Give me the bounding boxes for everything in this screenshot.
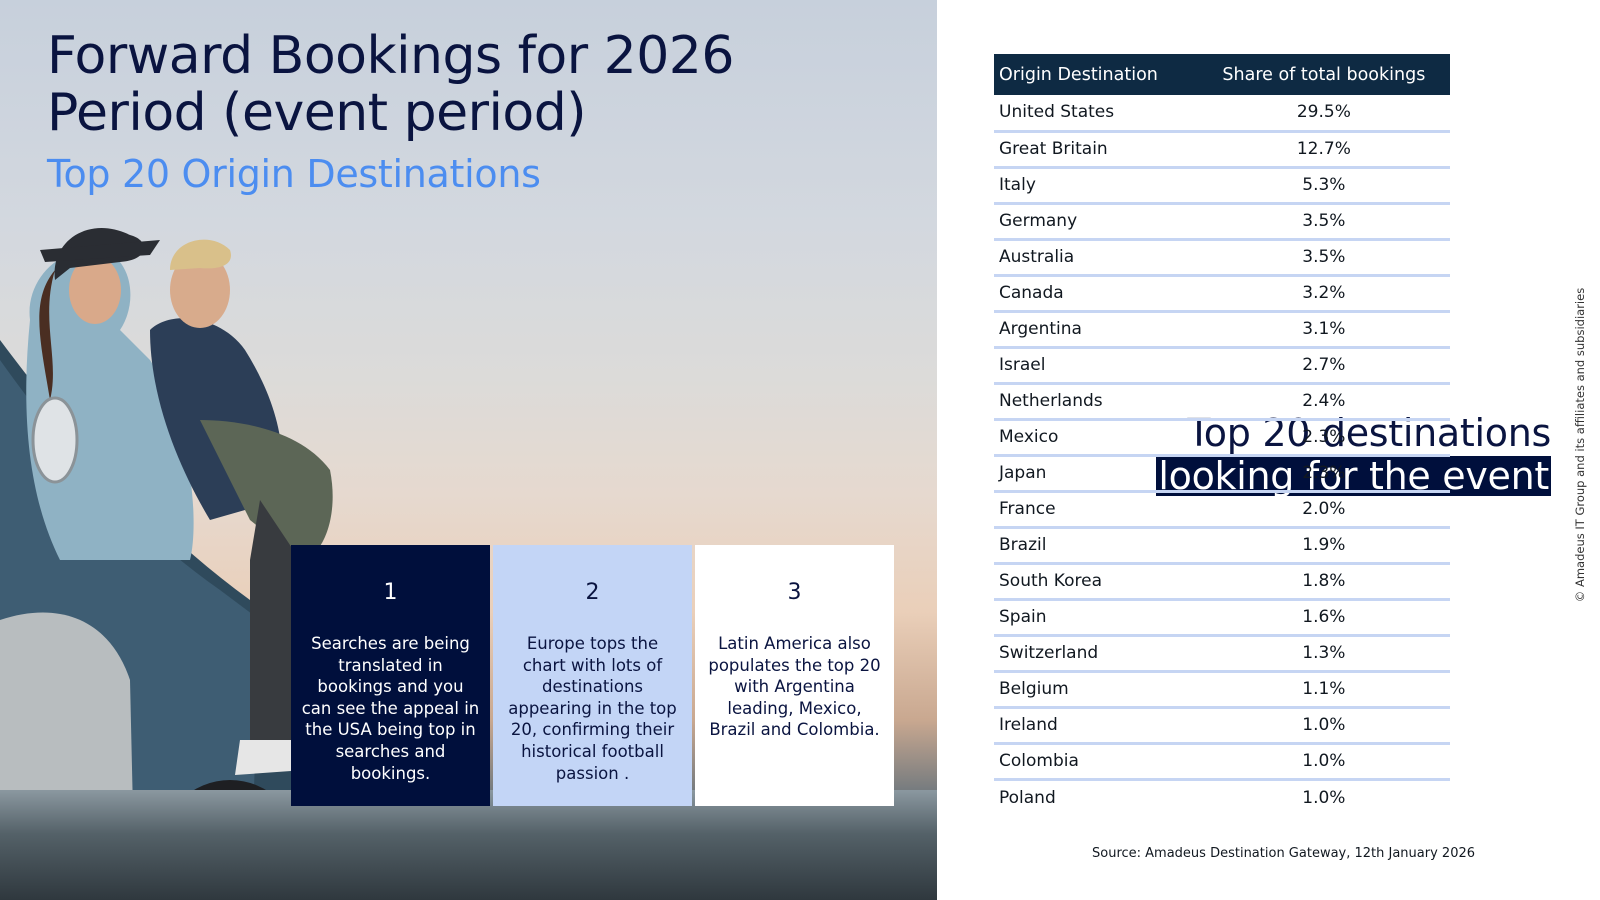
column-header-share: Share of total bookings — [1197, 54, 1450, 95]
table-row: Australia 3.5% — [994, 239, 1450, 277]
share-cell: 1.3% — [1197, 635, 1450, 673]
table-row: Poland 1.0% — [994, 779, 1450, 815]
table-row: Canada 3.2% — [994, 275, 1450, 313]
origin-country-cell: Belgium — [994, 671, 1198, 709]
origin-country-cell: Germany — [994, 203, 1198, 241]
origin-country-cell: United States — [994, 95, 1198, 133]
origin-country-cell: Switzerland — [994, 635, 1198, 673]
table-row: Colombia 1.0% — [994, 743, 1450, 781]
insight-card-2: 2 Europe tops the chart with lots of des… — [493, 545, 692, 806]
table-row: United States 29.5% — [994, 95, 1450, 133]
origin-destinations-table: Origin Destination Share of total bookin… — [994, 54, 1450, 815]
origin-country-cell: Ireland — [994, 707, 1198, 745]
table-row: Spain 1.6% — [994, 599, 1450, 637]
origin-country-cell: Australia — [994, 239, 1198, 277]
share-cell: 5.3% — [1197, 167, 1450, 205]
table-row: Mexico 2.3% — [994, 419, 1450, 457]
share-cell: 12.7% — [1197, 131, 1450, 169]
page-title: Forward Bookings for 2026 Period (event … — [47, 26, 734, 143]
card-number: 3 — [787, 580, 802, 605]
share-cell: 3.5% — [1197, 203, 1450, 241]
share-cell: 2.7% — [1197, 347, 1450, 385]
origin-country-cell: France — [994, 491, 1198, 529]
origin-country-cell: Canada — [994, 275, 1198, 313]
share-cell: 1.8% — [1197, 563, 1450, 601]
table-header-row: Origin Destination Share of total bookin… — [994, 54, 1450, 95]
share-cell: 2.4% — [1197, 383, 1450, 421]
share-cell: 3.5% — [1197, 239, 1450, 277]
column-header-origin: Origin Destination — [994, 54, 1198, 95]
table-row: Italy 5.3% — [994, 167, 1450, 205]
share-cell: 2.0% — [1197, 491, 1450, 529]
insight-card-1: 1 Searches are being translated in booki… — [291, 545, 490, 806]
share-cell: 1.9% — [1197, 527, 1450, 565]
card-text: Latin America also populates the top 20 … — [708, 634, 881, 740]
table-row: Netherlands 2.4% — [994, 383, 1450, 421]
table-row: Ireland 1.0% — [994, 707, 1450, 745]
card-number: 1 — [383, 580, 398, 605]
table-row: Brazil 1.9% — [994, 527, 1450, 565]
origin-country-cell: Colombia — [994, 743, 1198, 781]
table-row: Great Britain 12.7% — [994, 131, 1450, 169]
origin-country-cell: Argentina — [994, 311, 1198, 349]
table-row: Argentina 3.1% — [994, 311, 1450, 349]
share-cell: 29.5% — [1197, 95, 1450, 133]
insight-card-3: 3 Latin America also populates the top 2… — [695, 545, 894, 806]
table-row: Japan 2.3% — [994, 455, 1450, 493]
card-text: Searches are being translated in booking… — [301, 634, 480, 783]
card-text: Europe tops the chart with lots of desti… — [508, 634, 677, 783]
origin-country-cell: Poland — [999, 787, 1056, 808]
share-cell: 1.0% — [1197, 707, 1450, 745]
origin-country-cell: Italy — [994, 167, 1198, 205]
page-subtitle: Top 20 Origin Destinations — [47, 152, 541, 196]
origin-country-cell: Spain — [994, 599, 1198, 637]
share-cell: 2.3% — [1197, 455, 1450, 493]
share-cell: 1.0% — [1197, 743, 1450, 781]
share-cell: 2.3% — [1197, 419, 1450, 457]
origin-country-cell: South Korea — [994, 563, 1198, 601]
share-cell: 3.2% — [1197, 275, 1450, 313]
origin-country-cell: Mexico — [994, 419, 1198, 457]
insight-cards: 1 Searches are being translated in booki… — [291, 545, 894, 806]
origin-country-cell: Israel — [994, 347, 1198, 385]
share-cell: 1.0% — [1302, 787, 1346, 808]
source-note: Source: Amadeus Destination Gateway, 12t… — [1092, 846, 1476, 861]
card-number: 2 — [585, 580, 600, 605]
share-cell: 1.1% — [1197, 671, 1450, 709]
origin-country-cell: Brazil — [994, 527, 1198, 565]
table-row: France 2.0% — [994, 491, 1450, 529]
origin-country-cell: Netherlands — [994, 383, 1198, 421]
origin-country-cell: Great Britain — [994, 131, 1198, 169]
table-row: Switzerland 1.3% — [994, 635, 1450, 673]
origin-country-cell: Japan — [994, 455, 1198, 493]
share-cell: 1.6% — [1197, 599, 1450, 637]
copyright-note: © Amadeus IT Group and its affiliates an… — [1573, 287, 1587, 603]
sea — [0, 790, 937, 900]
table-row: Israel 2.7% — [994, 347, 1450, 385]
share-cell: 3.1% — [1197, 311, 1450, 349]
table-row: Germany 3.5% — [994, 203, 1450, 241]
table-row: Belgium 1.1% — [994, 671, 1450, 709]
table-row: South Korea 1.8% — [994, 563, 1450, 601]
